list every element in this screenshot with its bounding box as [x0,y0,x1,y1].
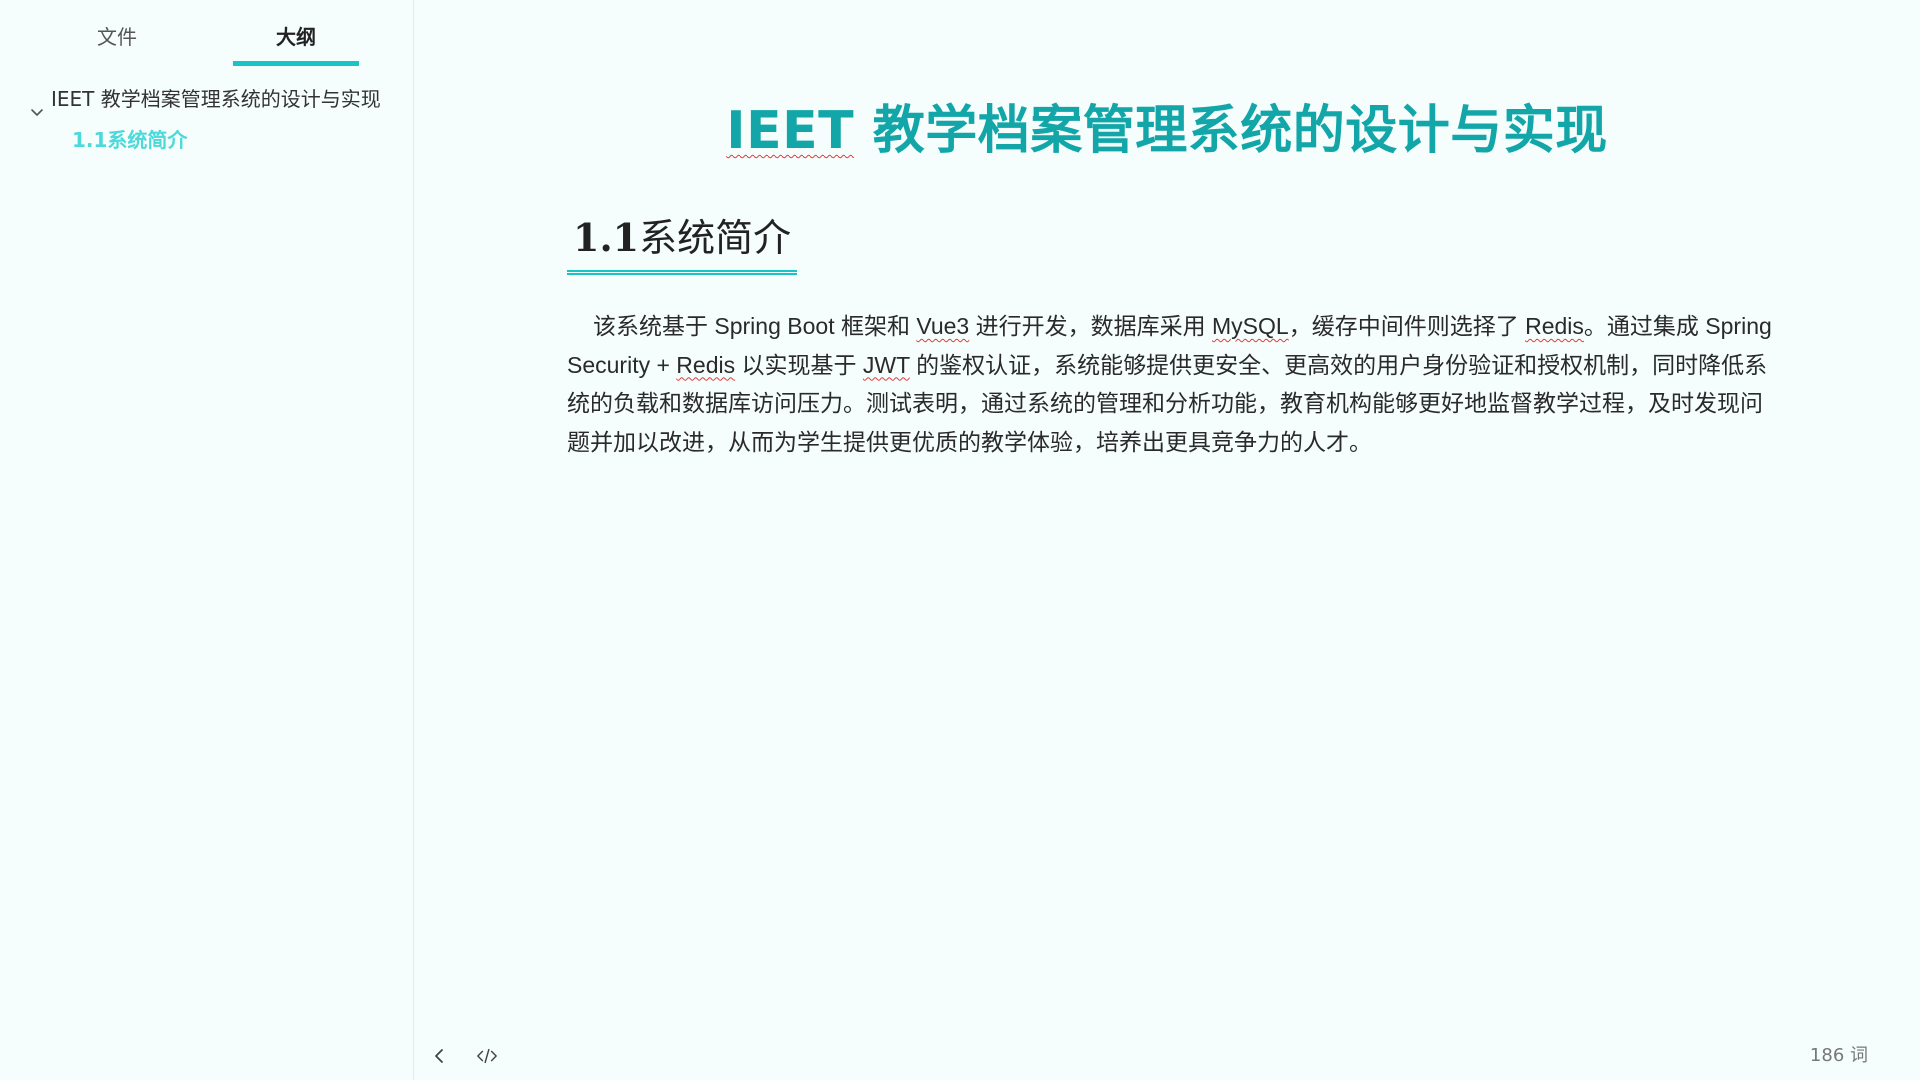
document-editor[interactable]: IEET 教学档案管理系统的设计与实现 1.1系统简介 该系统基于 Spring… [414,0,1920,1080]
title-text: 教学档案管理系统的设计与实现 [854,101,1608,161]
tab-outline[interactable]: 大纲 [233,22,359,66]
sidebar: 文件 大纲 IEET 教学档案管理系统的设计与实现 1.1系统简介 [0,0,414,1080]
body-paragraph: 该系统基于 Spring Boot 框架和 Vue3 进行开发，数据库采用 My… [567,307,1783,461]
chevron-left-icon [435,1049,443,1063]
paragraph-text: 以实现基于 [735,351,863,378]
editor-app: 文件 大纲 IEET 教学档案管理系统的设计与实现 1.1系统简介 IEET 教… [0,0,1920,1080]
chevron-down-icon[interactable] [30,106,44,120]
section-title: 系统简介 [639,216,792,260]
outline-item-root-label: IEET 教学档案管理系统的设计与实现 [51,87,381,111]
outline-item-section[interactable]: 1.1系统简介 [0,127,413,153]
spellcheck-word: Redis [1525,313,1584,339]
document-title: IEET 教学档案管理系统的设计与实现 [414,96,1920,166]
spellcheck-word: MySQL [1212,313,1289,339]
spellcheck-word: JWT [862,351,910,378]
paragraph-text: 该系统基于 Spring Boot 框架和 [593,313,917,339]
tab-files[interactable]: 文件 [54,22,180,66]
paragraph-text: ，缓存中间件则选择了 [1288,313,1526,339]
paragraph-text: 进行开发，数据库采用 [969,313,1213,339]
source-code-mode-button[interactable] [476,1045,498,1067]
toggle-sidebar-button[interactable] [428,1045,450,1067]
word-count[interactable]: 186 词 [1810,1044,1868,1068]
section-number: 1.1 [573,215,640,260]
section-heading: 1.1系统简介 [567,210,798,275]
spellcheck-word: Vue3 [916,313,970,339]
spellcheck-word: Redis [676,351,736,378]
outline-item-section-label: 1.1系统简介 [72,128,188,152]
code-icon [477,1048,497,1064]
outline-tree: IEET 教学档案管理系统的设计与实现 1.1系统简介 [0,86,413,153]
title-spellcheck-word: IEET [726,101,855,161]
outline-item-root[interactable]: IEET 教学档案管理系统的设计与实现 [0,86,413,116]
footer-toolbar [428,1043,498,1069]
sidebar-tabs: 文件 大纲 [0,0,413,68]
